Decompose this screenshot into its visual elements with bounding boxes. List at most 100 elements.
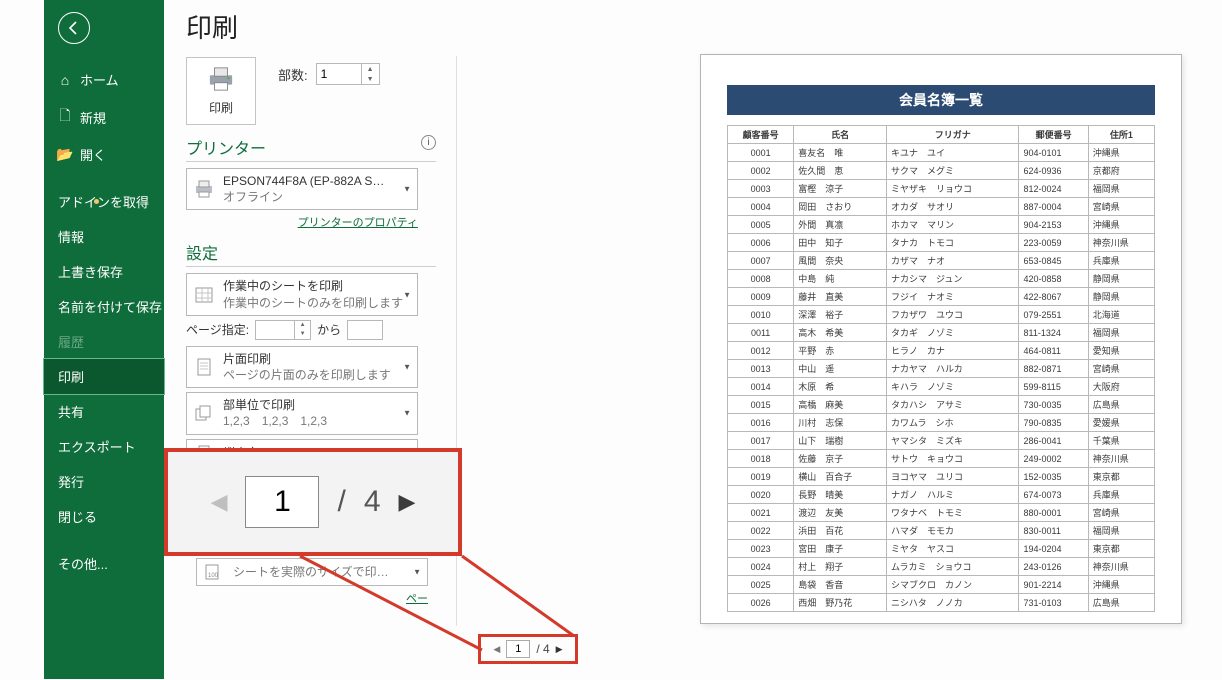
page-from-input[interactable] [256,321,294,339]
table-cell: 0014 [728,378,794,396]
table-row: 0017山下 瑞樹ヤマシタ ミズキ286-0041千葉県 [728,432,1155,450]
table-cell: 富樫 涼子 [794,180,887,198]
print-area-dropdown[interactable]: 作業中のシートを印刷 作業中のシートのみを印刷します ▼ [186,273,418,315]
page-icon [193,357,215,377]
print-button[interactable]: 印刷 [186,57,256,125]
table-row: 0004岡田 さおりオカダ サオリ887-0004宮崎県 [728,198,1155,216]
file-icon: 🗋 [58,105,72,129]
page-to-input[interactable] [347,320,383,340]
table-cell: 904-0101 [1019,144,1088,162]
table-cell: 0026 [728,594,794,612]
table-cell: ヨコヤマ ユリコ [887,468,1019,486]
chevron-down-icon: ▼ [413,568,421,577]
table-row: 0016川村 志保カワムラ シホ790-0835愛媛県 [728,414,1155,432]
sides-title: 片面印刷 [223,351,411,367]
sidebar-item-label: 共有 [58,402,84,421]
pager-zoom-callout: ◀ / 4 ▶ [164,448,462,556]
printer-icon [206,66,236,95]
prev-page-arrow[interactable]: ◀ [493,644,500,655]
spinner-arrows[interactable]: ▲▼ [361,64,379,84]
sidebar-item-13[interactable]: その他... [44,546,164,581]
table-cell: 0012 [728,342,794,360]
sidebar-item-label: アドインを取得 [58,192,149,211]
table-cell: 0022 [728,522,794,540]
table-cell: 横山 百合子 [794,468,887,486]
table-cell: 887-0004 [1019,198,1088,216]
print-area-sub: 作業中のシートのみを印刷します [223,295,411,311]
chevron-down-icon: ▼ [403,409,411,418]
sidebar-item-9[interactable]: 共有 [44,394,164,429]
sidebar-item-10[interactable]: エクスポート [44,429,164,464]
back-button[interactable] [58,12,90,44]
sidebar-item-7[interactable]: 履歴 [44,324,164,359]
next-page-arrow[interactable]: ▶ [556,644,563,655]
current-page-input[interactable] [506,640,530,658]
table-cell: 藤井 直美 [794,288,887,306]
table-row: 0013中山 遥ナカヤマ ハルカ882-0871宮崎県 [728,360,1155,378]
table-cell: 兵庫県 [1088,486,1154,504]
copies-label: 部数: [278,65,308,84]
table-row: 0006田中 知子タナカ トモコ223-0059神奈川県 [728,234,1155,252]
page-setup-link-truncated[interactable]: ペー [196,590,428,606]
prev-page-arrow-zoom[interactable]: ◀ [211,489,228,515]
table-cell: 長野 晴美 [794,486,887,504]
table-cell: ナガノ ハルミ [887,486,1019,504]
preview-doc-title: 会員名簿一覧 [727,85,1155,115]
sidebar-item-5[interactable]: 上書き保存 [44,254,164,289]
table-cell: 811-1324 [1019,324,1088,342]
table-cell: 島袋 香音 [794,576,887,594]
table-cell: 京都府 [1088,162,1154,180]
sidebar-item-label: 名前を付けて保存 [58,297,162,316]
table-cell: 0016 [728,414,794,432]
table-cell: 広島県 [1088,396,1154,414]
sidebar-item-6[interactable]: 名前を付けて保存 [44,289,164,324]
sidebar-item-label: エクスポート [58,437,136,456]
sidebar-item-1[interactable]: 🗋新規 [44,97,164,137]
table-cell: 674-0073 [1019,486,1088,504]
page-from-spinner[interactable]: ▲▼ [255,320,311,340]
table-cell: オカダ サオリ [887,198,1019,216]
table-cell: 平野 赤 [794,342,887,360]
sidebar-item-8[interactable]: 印刷 [44,359,164,394]
sidebar-item-label: 印刷 [58,367,84,386]
table-cell: 880-0001 [1019,504,1088,522]
sheet-icon [193,286,215,304]
table-cell: 東京都 [1088,540,1154,558]
info-icon[interactable]: i [421,135,436,150]
sidebar-item-4[interactable]: 情報 [44,219,164,254]
table-cell: 0023 [728,540,794,558]
table-cell: 599-8115 [1019,378,1088,396]
next-page-arrow-zoom[interactable]: ▶ [399,489,416,515]
table-cell: 佐久間 恵 [794,162,887,180]
table-row: 0005外間 真凛ホカマ マリン904-2153沖縄県 [728,216,1155,234]
printer-properties-link[interactable]: プリンターのプロパティ [186,214,418,230]
table-cell: 0001 [728,144,794,162]
scale-dropdown-partial: 100 シートを実際のサイズで印… ▼ ペー [196,558,428,612]
sidebar-item-2[interactable]: 📂開く [44,137,164,172]
table-cell: 790-0835 [1019,414,1088,432]
table-cell: 兵庫県 [1088,252,1154,270]
sides-dropdown[interactable]: 片面印刷 ページの片面のみを印刷します ▼ [186,346,418,388]
scale-dropdown[interactable]: 100 シートを実際のサイズで印… ▼ [196,558,428,586]
table-cell: 0025 [728,576,794,594]
copies-spinner[interactable]: ▲▼ [316,63,380,85]
total-pages-zoom: 4 [364,485,381,519]
table-row: 0015高橋 麻美タカハシ アサミ730-0035広島県 [728,396,1155,414]
table-cell: 岡田 さおり [794,198,887,216]
table-row: 0018佐藤 京子サトウ キョウコ249-0002神奈川県 [728,450,1155,468]
printer-dropdown[interactable]: EPSON744F8A (EP-882A S… オフライン ▼ [186,168,418,210]
sidebar-item-12[interactable]: 閉じる [44,499,164,534]
table-cell: 0009 [728,288,794,306]
sidebar-item-11[interactable]: 発行 [44,464,164,499]
current-page-input-zoom[interactable] [245,476,319,528]
table-row: 0011高木 希美タカギ ノゾミ811-1324福岡県 [728,324,1155,342]
table-row: 0019横山 百合子ヨコヤマ ユリコ152-0035東京都 [728,468,1155,486]
collate-dropdown[interactable]: 部単位で印刷 1,2,3 1,2,3 1,2,3 ▼ [186,392,418,434]
sidebar-item-3[interactable]: アドインを取得 [44,184,164,219]
page-title: 印刷 [186,8,436,45]
sidebar-item-0[interactable]: ⌂ホーム [44,62,164,97]
table-cell: 静岡県 [1088,288,1154,306]
print-button-label: 印刷 [209,99,233,116]
copies-input[interactable] [317,64,361,84]
settings-section-title: 設定 [186,240,218,264]
